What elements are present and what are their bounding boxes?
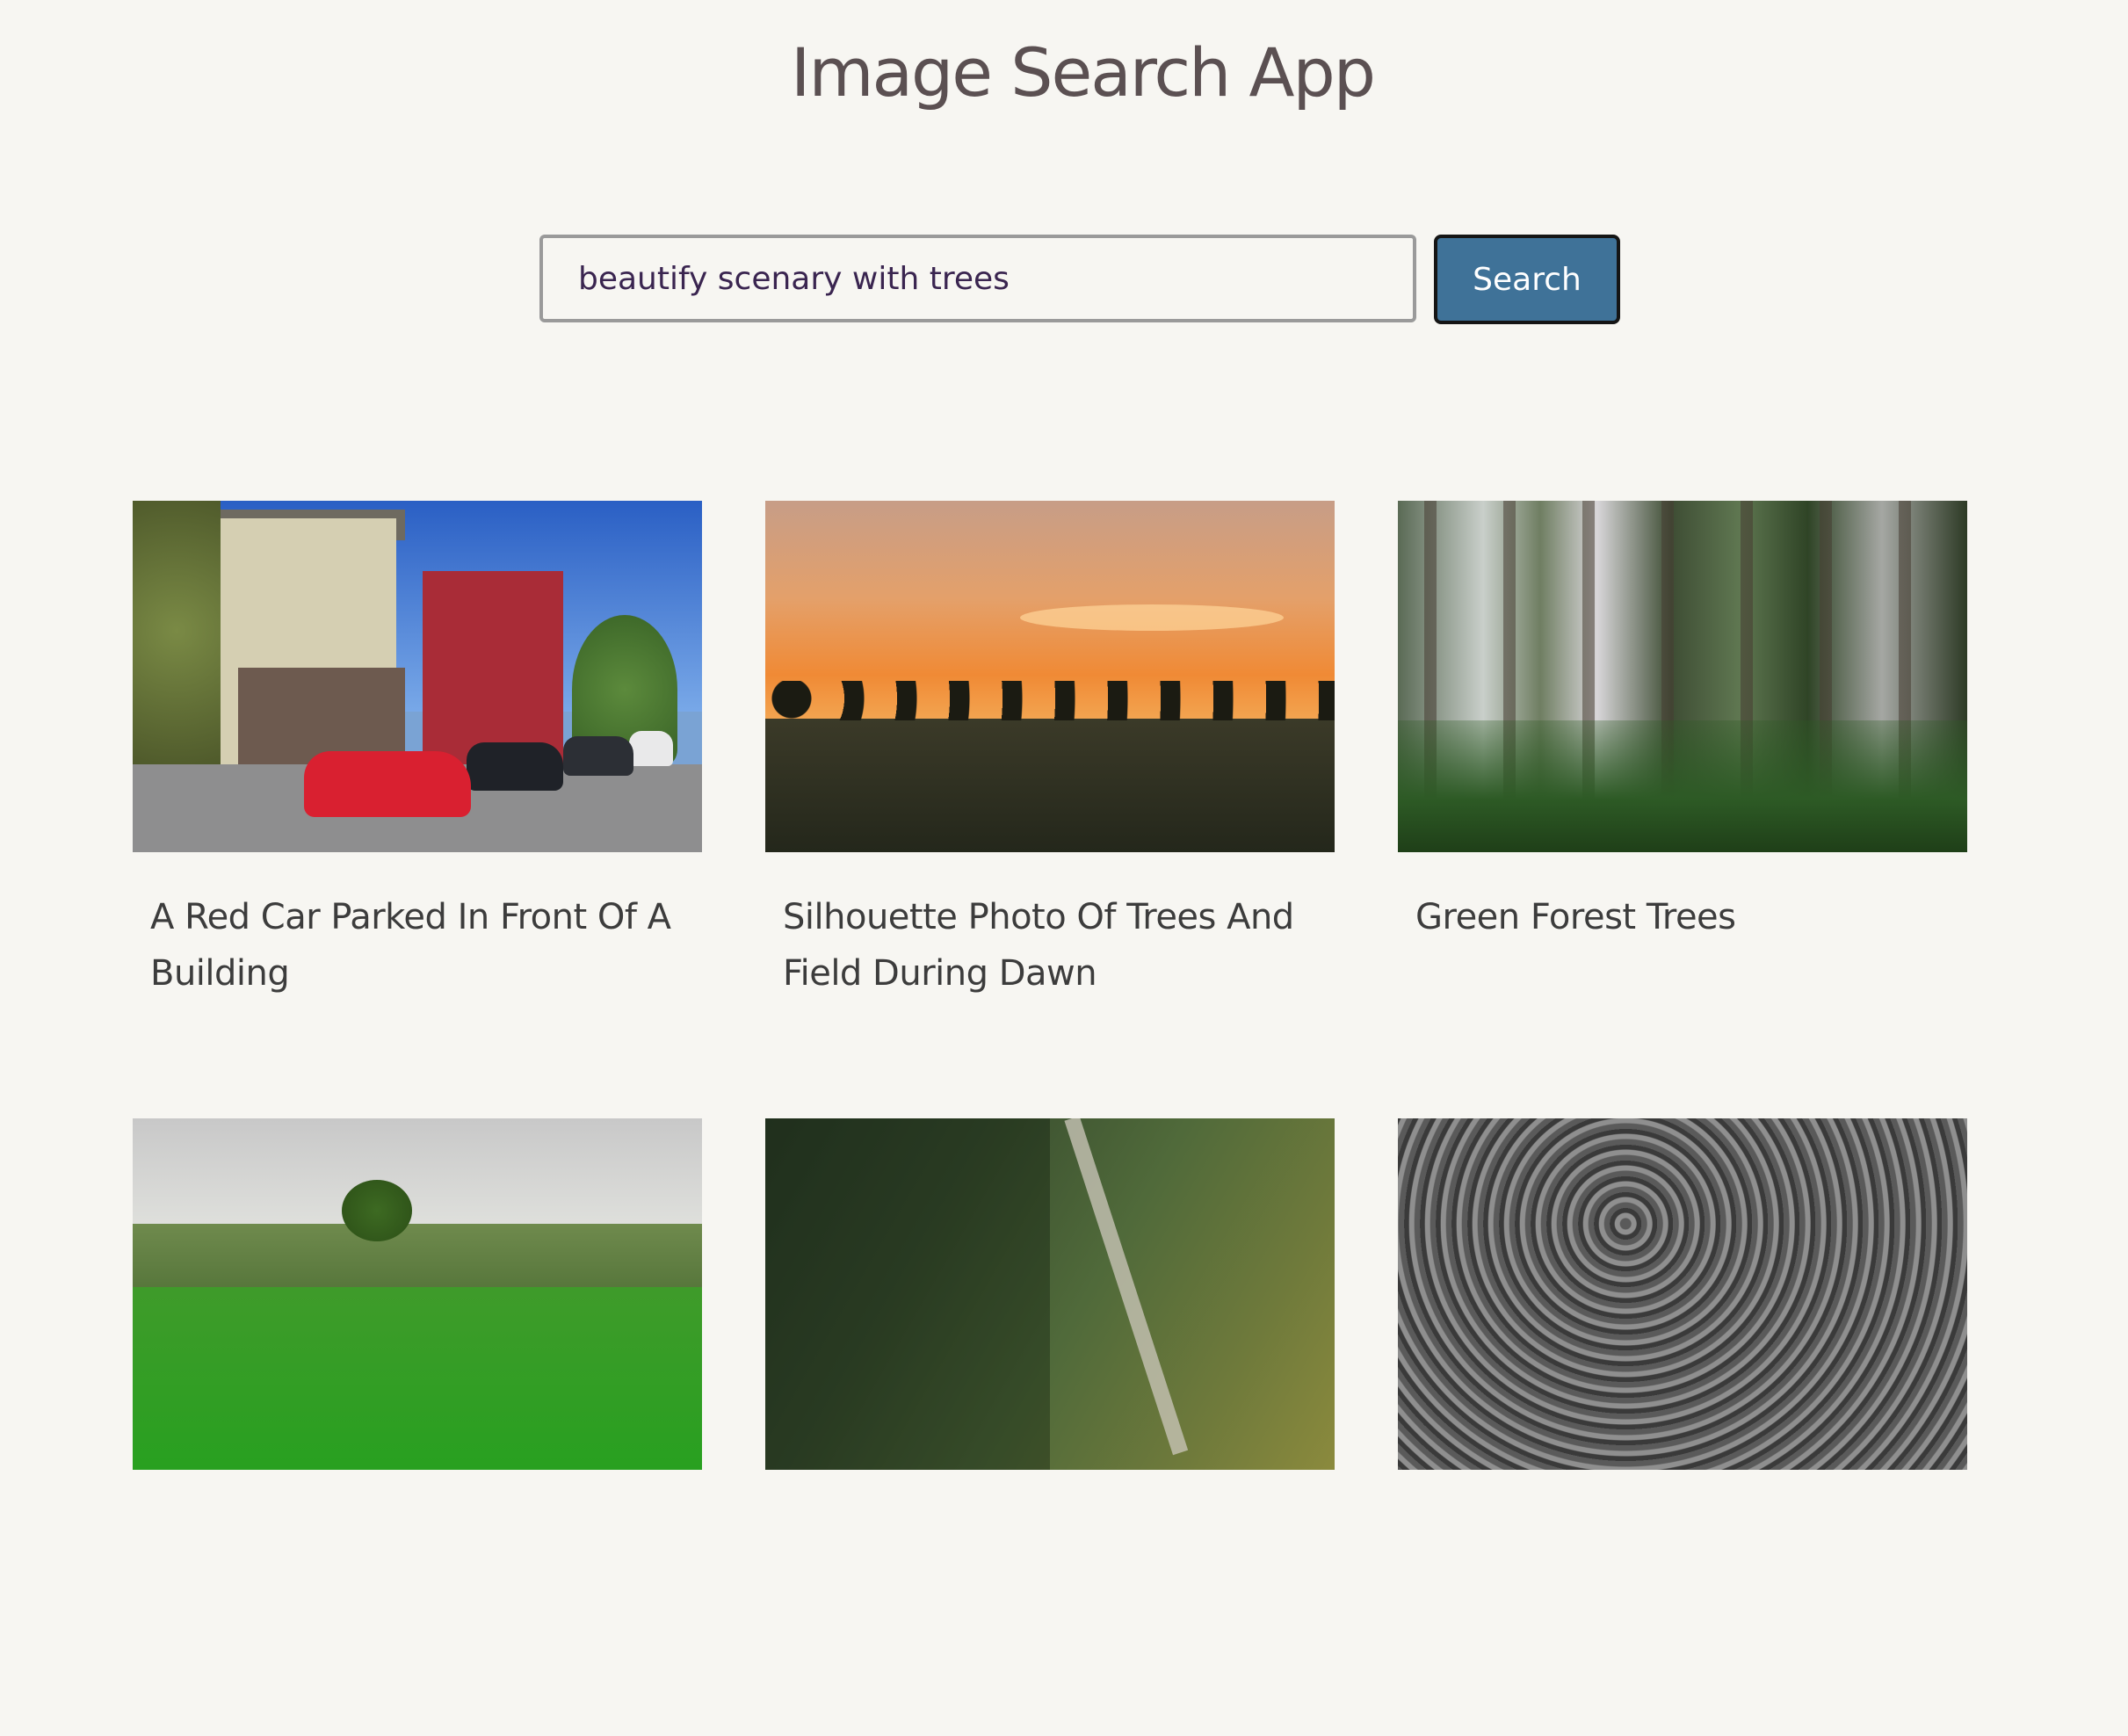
forest-valley-aerial-image[interactable] bbox=[765, 1118, 1335, 1470]
result-title: A Red Car Parked In Front Of A Building bbox=[150, 897, 671, 994]
result-card[interactable]: Silhouette Photo Of Trees And Field Duri… bbox=[765, 501, 1335, 1118]
result-card[interactable] bbox=[133, 1118, 702, 1736]
street-with-red-car-image[interactable] bbox=[133, 501, 702, 852]
black-white-forest-aerial-image[interactable] bbox=[1398, 1118, 1967, 1470]
result-card[interactable] bbox=[765, 1118, 1335, 1736]
page-title: Image Search App bbox=[791, 33, 1376, 112]
result-card[interactable]: A Red Car Parked In Front Of A Building bbox=[133, 501, 702, 1118]
result-title: Green Forest Trees bbox=[1415, 897, 1736, 937]
sunset-trees-field-image[interactable] bbox=[765, 501, 1335, 852]
search-form: Search bbox=[539, 235, 1620, 324]
search-button[interactable]: Search bbox=[1434, 235, 1620, 324]
search-input[interactable] bbox=[539, 235, 1416, 322]
green-meadow-tree-image[interactable] bbox=[133, 1118, 702, 1470]
results-grid: A Red Car Parked In Front Of A Building … bbox=[133, 501, 1967, 1736]
result-card[interactable]: Green Forest Trees bbox=[1398, 501, 1967, 1118]
misty-forest-image[interactable] bbox=[1398, 501, 1967, 852]
result-card[interactable] bbox=[1398, 1118, 1967, 1736]
result-title: Silhouette Photo Of Trees And Field Duri… bbox=[783, 897, 1294, 994]
